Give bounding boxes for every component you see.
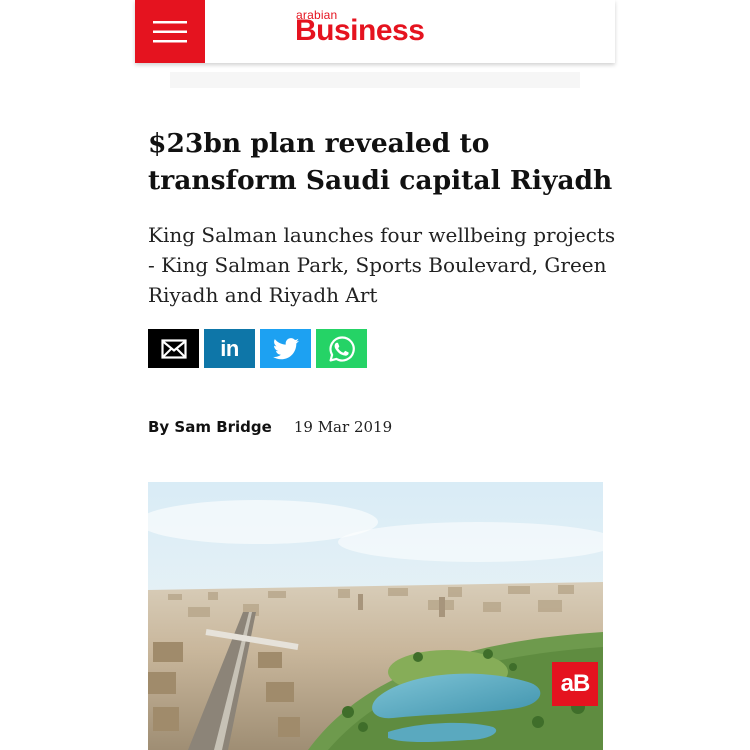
author-name[interactable]: By Sam Bridge [148, 418, 272, 436]
share-linkedin-button[interactable]: in [204, 329, 255, 368]
hamburger-icon [153, 20, 187, 42]
aerial-city-illustration [148, 482, 603, 750]
byline: By Sam Bridge 19 Mar 2019 [148, 418, 392, 436]
ab-logo-badge: aB [552, 662, 598, 706]
menu-button[interactable] [135, 0, 205, 63]
article-headline: $23bn plan revealed to transform Saudi c… [148, 128, 613, 196]
whatsapp-icon [328, 335, 355, 362]
share-twitter-button[interactable] [260, 329, 311, 368]
share-email-button[interactable] [148, 329, 199, 368]
logo-big-text: Business [295, 14, 425, 47]
twitter-icon [272, 337, 299, 359]
email-icon [160, 338, 187, 359]
article-subheadline: King Salman launches four wellbeing proj… [148, 223, 616, 307]
linkedin-icon: in [220, 335, 239, 361]
top-bar: arabian Business [135, 0, 615, 63]
ad-placeholder [170, 72, 580, 88]
site-logo[interactable]: arabian Business [295, 8, 455, 56]
share-whatsapp-button[interactable] [316, 329, 367, 368]
publish-date: 19 Mar 2019 [293, 418, 393, 436]
hero-image [148, 482, 603, 750]
share-buttons: in [148, 329, 367, 368]
